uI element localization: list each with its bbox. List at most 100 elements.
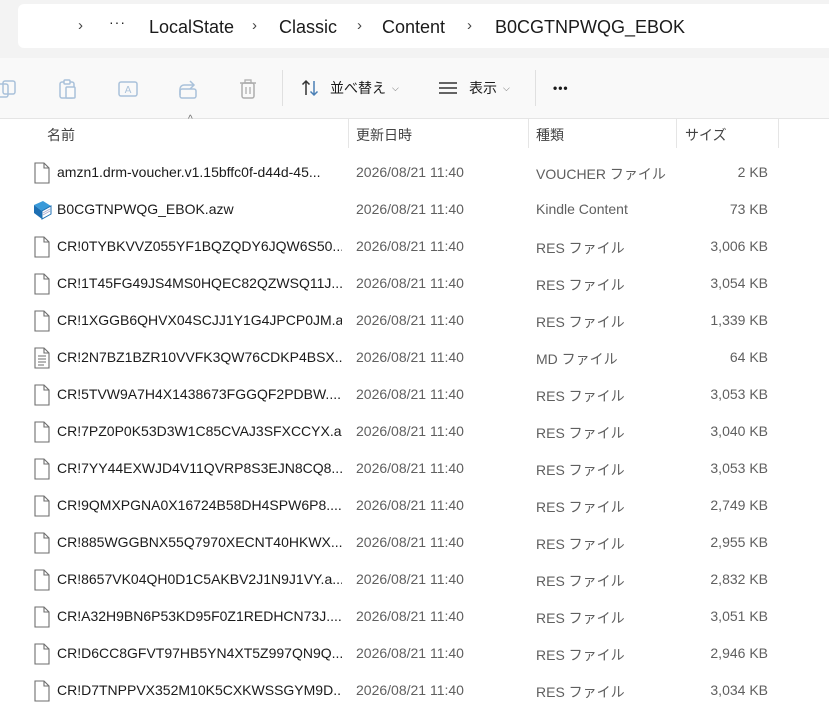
file-size: 1,339 KB [710,312,768,328]
breadcrumb[interactable]: › ··· LocalState › Classic › Content › B… [18,4,829,48]
chevron-right-icon[interactable]: › [357,17,362,34]
column-header-date[interactable]: 更新日時 [356,125,412,145]
file-type: RES ファイル [536,573,625,589]
column-header-type[interactable]: 種類 [536,125,564,145]
breadcrumb-current-folder[interactable]: B0CGTNPWQG_EBOK [495,17,685,38]
file-type: RES ファイル [536,536,625,552]
file-size: 2,955 KB [710,534,768,550]
file-icon [33,310,51,332]
file-row[interactable]: CR!A32H9BN6P53KD95F0Z1REDHCN73J.... 2026/… [0,598,829,635]
file-size: 3,053 KB [710,460,768,476]
file-row[interactable]: CR!5TVW9A7H4X1438673FGGQF2PDBW.... 2026/0… [0,376,829,413]
file-icon [33,384,51,406]
file-row[interactable]: CR!0TYBKVVZ055YF1BQZQDY6JQW6S50.... 2026/… [0,228,829,265]
file-row[interactable]: CR!2N7BZ1BZR10VVFK3QW76CDKP4BSX.... 2026/… [0,339,829,376]
file-size: 2,832 KB [710,571,768,587]
file-type: RES ファイル [536,610,625,626]
delete-icon[interactable] [237,78,259,100]
sort-button[interactable]: 並べ替え ⌵ [300,76,399,100]
file-row[interactable]: CR!1XGGB6QHVX04SCJJ1Y1G4JPCP0JM.a... 2026… [0,302,829,339]
sort-icon [301,79,319,97]
view-label: 表示 [469,80,497,96]
file-name: CR!9QMXPGNA0X16724B58DH4SPW6P8.... [57,497,342,513]
file-icon [33,495,51,517]
file-type: RES ファイル [536,388,625,404]
file-row[interactable]: CR!D7TNPPVX352M10K5CXKWSSGYM9D.... 2026/0… [0,672,829,709]
file-icon [33,273,51,295]
file-type: RES ファイル [536,647,625,663]
column-divider[interactable] [528,118,529,148]
file-size: 3,034 KB [710,682,768,698]
file-name: CR!A32H9BN6P53KD95F0Z1REDHCN73J.... [57,608,342,624]
chevron-down-icon: ⌵ [503,82,510,93]
file-row[interactable]: CR!885WGGBNX55Q7970XECNT40HKWX.... 2026/0… [0,524,829,561]
file-size: 2,749 KB [710,497,768,513]
column-header-size[interactable]: サイズ [685,125,727,145]
command-bar: A 並べ替え ⌵ 表示 ⌵ ••• [0,58,829,119]
file-type: RES ファイル [536,240,625,256]
file-date: 2026/08/21 11:40 [356,460,464,476]
more-options-button[interactable]: ••• [553,76,569,100]
file-name: CR!7PZ0P0K53D3W1C85CVAJ3SFXCCYX.a... [57,423,342,439]
file-date: 2026/08/21 11:40 [356,349,464,365]
file-type: RES ファイル [536,684,625,700]
file-type: RES ファイル [536,314,625,330]
file-name: amzn1.drm-voucher.v1.15bffc0f-d44d-45... [57,164,321,180]
file-date: 2026/08/21 11:40 [356,275,464,291]
file-name: CR!885WGGBNX55Q7970XECNT40HKWX.... [57,534,342,550]
file-type: RES ファイル [536,499,625,515]
file-row[interactable]: CR!1T45FG49JS4MS0HQEC82QZWSQ11J.... 2026/… [0,265,829,302]
file-date: 2026/08/21 11:40 [356,608,464,624]
file-name: CR!7YY44EXWJD4V11QVRP8S3EJN8CQ8.... [57,460,342,476]
file-date: 2026/08/21 11:40 [356,682,464,698]
view-button[interactable]: 表示 ⌵ [437,76,510,100]
file-name: CR!5TVW9A7H4X1438673FGGQF2PDBW.... [57,386,341,402]
file-date: 2026/08/21 11:40 [356,645,464,661]
file-name: CR!D7TNPPVX352M10K5CXKWSSGYM9D.... [57,682,342,698]
breadcrumb-classic[interactable]: Classic [279,17,337,38]
file-icon [33,532,51,554]
share-icon[interactable] [177,78,199,100]
file-type: RES ファイル [536,277,625,293]
breadcrumb-localstate[interactable]: LocalState [149,17,234,38]
file-date: 2026/08/21 11:40 [356,571,464,587]
file-size: 3,006 KB [710,238,768,254]
file-date: 2026/08/21 11:40 [356,312,464,328]
file-row[interactable]: CR!9QMXPGNA0X16724B58DH4SPW6P8.... 2026/0… [0,487,829,524]
view-list-icon [439,82,457,94]
column-divider[interactable] [348,118,349,148]
file-row[interactable]: CR!D6CC8GFVT97HB5YN4XT5Z997QN9Q.... 2026/… [0,635,829,672]
column-header-name[interactable]: 名前 [47,125,75,145]
copy-icon[interactable] [0,78,22,100]
chevron-right-icon[interactable]: › [78,17,83,34]
file-name: CR!8657VK04QH0D1C5AKBV2J1N9J1VY.a... [57,571,342,587]
file-name: CR!2N7BZ1BZR10VVFK3QW76CDKP4BSX.... [57,349,342,365]
rename-icon[interactable]: A [117,78,139,100]
file-row[interactable]: CR!7YY44EXWJD4V11QVRP8S3EJN8CQ8.... 2026/… [0,450,829,487]
file-size: 64 KB [729,349,768,365]
file-icon [33,680,51,702]
file-date: 2026/08/21 11:40 [356,423,464,439]
sort-label: 並べ替え [330,80,386,96]
paste-icon[interactable] [57,78,79,100]
file-row[interactable]: CR!8657VK04QH0D1C5AKBV2J1N9J1VY.a... 2026… [0,561,829,598]
chevron-down-icon: ⌵ [392,82,399,93]
breadcrumb-overflow[interactable]: ··· [109,14,126,30]
file-name: CR!1T45FG49JS4MS0HQEC82QZWSQ11J.... [57,275,342,291]
column-divider[interactable] [778,118,779,148]
chevron-right-icon[interactable]: › [252,17,257,34]
breadcrumb-content[interactable]: Content [382,17,445,38]
file-icon [33,236,51,258]
file-date: 2026/08/21 11:40 [356,164,464,180]
column-divider[interactable] [676,118,677,148]
file-row[interactable]: CR!7PZ0P0K53D3W1C85CVAJ3SFXCCYX.a... 2026… [0,413,829,450]
file-row[interactable]: amzn1.drm-voucher.v1.15bffc0f-d44d-45...… [0,154,829,191]
file-row[interactable]: B0CGTNPWQG_EBOK.azw 2026/08/21 11:40 Kindl… [0,191,829,228]
chevron-right-icon[interactable]: › [467,17,472,34]
file-icon [33,569,51,591]
file-icon [33,458,51,480]
file-size: 3,053 KB [710,386,768,402]
sort-ascending-icon: ^ [188,114,193,125]
file-size: 3,051 KB [710,608,768,624]
file-type: Kindle Content [536,201,628,217]
